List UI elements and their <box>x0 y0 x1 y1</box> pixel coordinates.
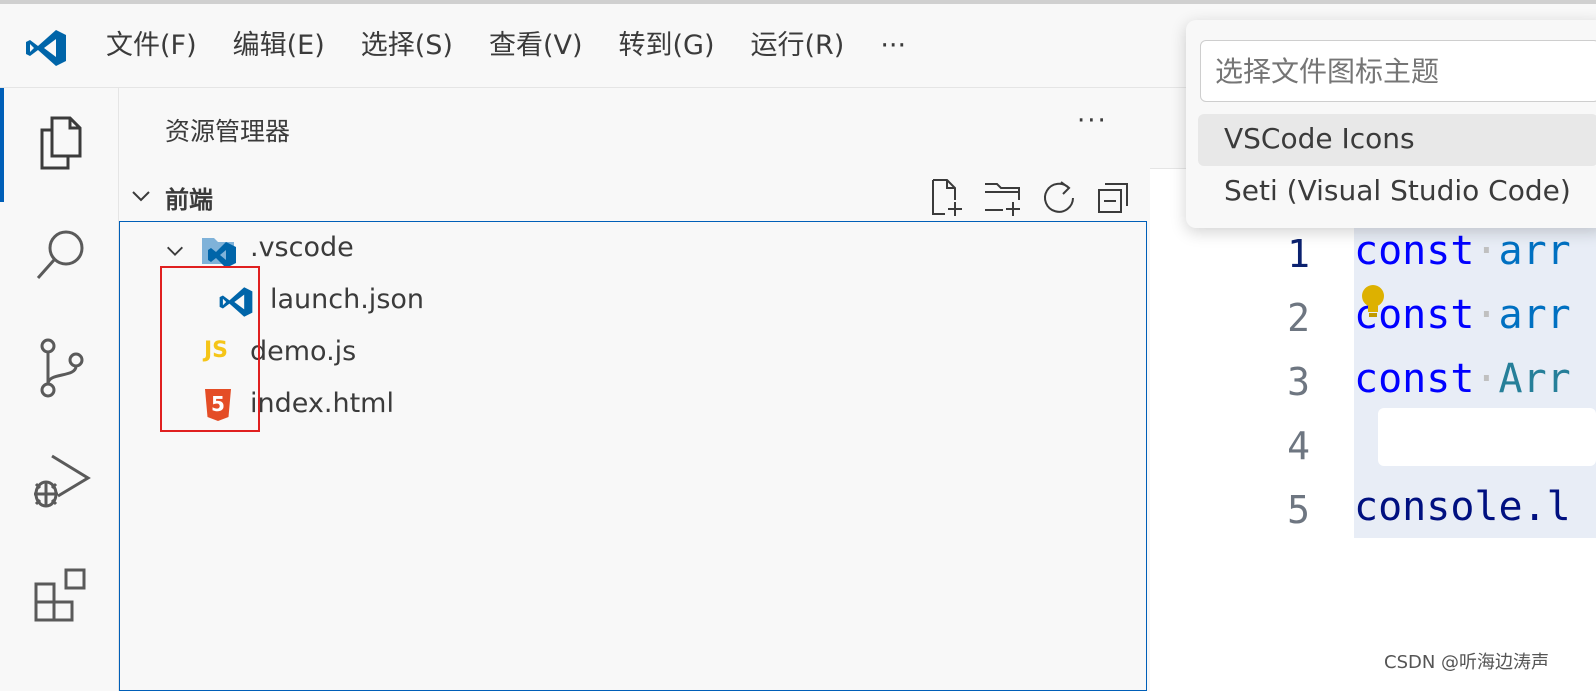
tree-item-vscode-folder[interactable]: .vscode <box>120 224 1146 276</box>
tree-item-label: .vscode <box>250 232 354 263</box>
file-icon-theme-picker: VSCode Icons Seti (Visual Studio Code) <box>1186 20 1596 228</box>
run-debug-icon[interactable] <box>30 450 94 514</box>
code-line[interactable]: 1 const·arr <box>1150 222 1596 286</box>
chevron-down-icon[interactable] <box>129 184 153 208</box>
tree-item-label: index.html <box>250 388 394 419</box>
menu-edit[interactable]: 编辑(E) <box>215 26 343 66</box>
menu-selection[interactable]: 选择(S) <box>343 26 471 66</box>
collapse-all-icon[interactable] <box>1093 176 1135 218</box>
menu-go[interactable]: 转到(G) <box>601 26 733 66</box>
source-control-icon[interactable] <box>30 336 94 400</box>
menu-view[interactable]: 查看(V) <box>471 26 601 66</box>
highlight-annotation-box <box>160 266 260 432</box>
line-number: 5 <box>1287 488 1310 532</box>
new-file-icon[interactable] <box>925 176 967 218</box>
section-toolbar <box>925 176 1135 218</box>
tree-item-label: demo.js <box>250 336 357 367</box>
code-line[interactable]: 5 console.l <box>1150 478 1596 542</box>
tree-item-demo-js[interactable]: JS demo.js <box>120 328 1146 380</box>
tree-item-label: launch.json <box>270 284 425 315</box>
explorer-icon[interactable] <box>30 110 94 174</box>
line-number: 3 <box>1287 360 1310 404</box>
code-text[interactable]: const·arr <box>1354 228 1571 274</box>
watermark: CSDN @听海边涛声 <box>1384 652 1550 673</box>
code-line[interactable]: 4 <box>1150 414 1596 478</box>
lightbulb-icon[interactable] <box>1360 284 1386 320</box>
vscode-folder-icon <box>202 238 236 268</box>
vscode-window: 文件(F) 编辑(E) 选择(S) 查看(V) 转到(G) 运行(R) ··· <box>0 0 1596 691</box>
folder-section-header[interactable]: 前端 <box>119 172 1149 222</box>
sidebar-more-button[interactable]: ··· <box>1077 106 1108 136</box>
quick-pick-item-seti[interactable]: Seti (Visual Studio Code) <box>1198 166 1596 218</box>
tree-item-launch-json[interactable]: launch.json <box>120 276 1146 328</box>
menu-file[interactable]: 文件(F) <box>88 26 215 66</box>
code-text[interactable]: const·arr <box>1354 292 1571 338</box>
explorer-sidebar: 资源管理器 ··· 前端 .vscode launch.json JS demo… <box>119 88 1149 691</box>
code-text[interactable]: const·Arr <box>1354 356 1571 402</box>
search-icon[interactable] <box>30 222 94 286</box>
file-tree: .vscode launch.json JS demo.js 5 index.h… <box>119 221 1147 691</box>
menu-more[interactable]: ··· <box>862 26 924 66</box>
activity-bar <box>0 88 119 691</box>
quick-pick-item-label: VSCode Icons <box>1224 122 1415 155</box>
menu-run[interactable]: 运行(R) <box>733 26 863 66</box>
code-text[interactable]: console.l <box>1354 484 1571 530</box>
refresh-icon[interactable] <box>1037 176 1079 218</box>
extensions-icon[interactable] <box>30 564 94 628</box>
vscode-logo-icon <box>26 30 66 66</box>
code-line[interactable]: 3 const·Arr <box>1150 350 1596 414</box>
quick-pick-input[interactable] <box>1200 40 1596 102</box>
line-number: 2 <box>1287 296 1310 340</box>
menu-bar: 文件(F) 编辑(E) 选择(S) 查看(V) 转到(G) 运行(R) ··· <box>88 4 924 88</box>
sidebar-title: 资源管理器 <box>165 117 291 146</box>
quick-pick-item-label: Seti (Visual Studio Code) <box>1224 174 1571 207</box>
tree-item-index-html[interactable]: 5 index.html <box>120 380 1146 432</box>
folder-name: 前端 <box>165 186 213 214</box>
line-number: 1 <box>1287 232 1310 276</box>
new-folder-icon[interactable] <box>981 176 1023 218</box>
activity-active-indicator <box>0 88 4 202</box>
chevron-down-icon[interactable] <box>164 240 186 262</box>
line-number: 4 <box>1287 424 1310 468</box>
quick-pick-item-vscode-icons[interactable]: VSCode Icons <box>1198 114 1596 166</box>
